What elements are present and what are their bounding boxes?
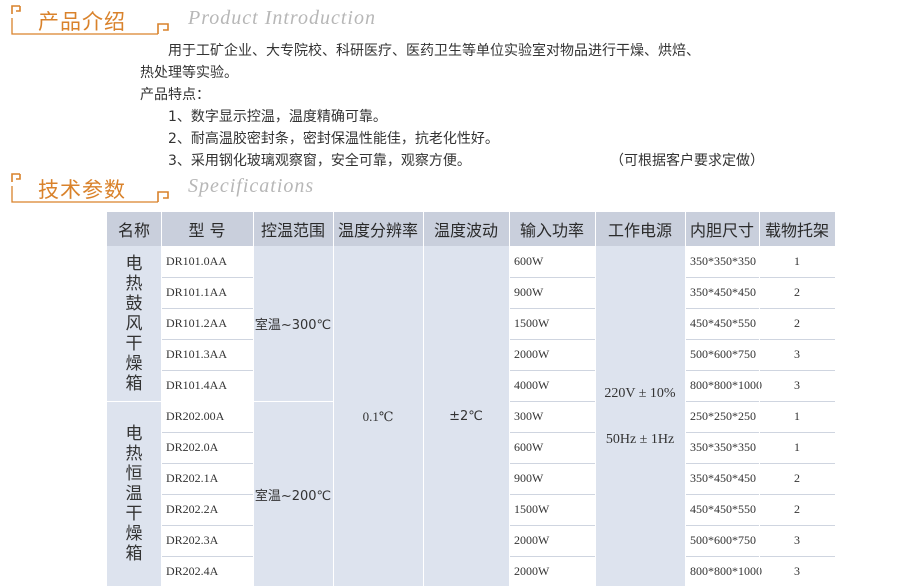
table-header-cell: 工作电源 bbox=[607, 221, 672, 240]
resolution-cell: 0.1℃ bbox=[362, 408, 394, 424]
size-cell: 250*250*250 bbox=[690, 409, 756, 423]
power-cell: 600W bbox=[514, 440, 544, 454]
column-divider bbox=[759, 212, 760, 586]
model-cell: DR202.3A bbox=[166, 533, 219, 547]
trays-cell: 2 bbox=[794, 316, 800, 330]
power-cell: 4000W bbox=[514, 378, 550, 392]
model-cell: DR101.2AA bbox=[166, 316, 228, 330]
group-name-cell: 电热恒温干燥箱 bbox=[125, 424, 143, 564]
power-cell: 2000W bbox=[514, 533, 550, 547]
group-name-cell: 电热鼓风干燥箱 bbox=[125, 253, 143, 394]
trays-cell: 3 bbox=[794, 533, 800, 547]
temp-range-cell: 室温~200℃ bbox=[254, 488, 332, 504]
trays-cell: 2 bbox=[794, 285, 800, 299]
intro-title-en: Product Introduction bbox=[188, 7, 376, 29]
size-cell: 350*350*350 bbox=[690, 254, 756, 268]
intro-line-1: 用于工矿企业、大专院校、科研医疗、医药卫生等单位实验室对物品进行干燥、烘焙、 bbox=[168, 43, 700, 59]
spec-title-en: Specifications bbox=[188, 175, 315, 197]
trays-cell: 3 bbox=[794, 564, 800, 578]
column-divider bbox=[253, 212, 254, 586]
spec-table: 名称 型 号 控温范围 温度分辨率 温度波动 输入功率 工作电源 内胆尺寸 载物托架 DR101.… bbox=[107, 212, 835, 587]
power-cell: 600W bbox=[514, 254, 544, 268]
model-cell: DR101.0AA bbox=[166, 254, 228, 268]
fluctuation-cell: ±2℃ bbox=[449, 409, 483, 424]
power-cell: 300W bbox=[514, 409, 544, 423]
power-cell: 1500W bbox=[514, 316, 550, 330]
table-header-cell: 型 号 bbox=[188, 221, 226, 240]
model-cell: DR202.4A bbox=[166, 564, 219, 578]
size-cell: 350*450*450 bbox=[690, 285, 756, 299]
trays-cell: 3 bbox=[794, 347, 800, 361]
intro-title-cn: 产品介绍 bbox=[38, 10, 126, 34]
model-cell: DR202.0A bbox=[166, 440, 219, 454]
column-divider bbox=[423, 212, 424, 586]
power-supply-voltage: 220V ± 10% bbox=[604, 385, 676, 401]
size-cell: 350*350*350 bbox=[690, 440, 756, 454]
column-divider bbox=[161, 212, 162, 586]
size-cell: 500*600*750 bbox=[690, 347, 756, 361]
custom-note: （可根据客户要求定做） bbox=[610, 153, 764, 169]
power-cell: 2000W bbox=[514, 564, 550, 578]
size-cell: 800*800*1000 bbox=[690, 378, 762, 392]
table-header-cell: 载物托架 bbox=[764, 221, 829, 240]
trays-cell: 1 bbox=[794, 440, 800, 454]
trays-cell: 3 bbox=[794, 378, 800, 392]
model-cell: DR101.4AA bbox=[166, 378, 228, 392]
size-cell: 350*450*450 bbox=[690, 471, 756, 485]
spec-title-cn: 技术参数 bbox=[38, 178, 126, 202]
trays-cell: 1 bbox=[794, 254, 800, 268]
table-header-cell: 输入功率 bbox=[519, 221, 584, 240]
feature-1: 1、数字显示控温，温度精确可靠。 bbox=[168, 109, 387, 125]
size-cell: 450*450*550 bbox=[690, 502, 756, 516]
column-divider bbox=[685, 212, 686, 586]
power-cell: 900W bbox=[514, 285, 544, 299]
feature-2: 2、耐高温胶密封条，密封保温性能佳，抗老化性好。 bbox=[168, 131, 499, 147]
power-supply-cell: 220V ± 10% 50Hz ± 1Hz bbox=[595, 246, 685, 587]
trays-cell: 2 bbox=[794, 502, 800, 516]
table-header-cell: 内胆尺寸 bbox=[689, 221, 754, 240]
model-cell: DR202.2A bbox=[166, 502, 219, 516]
size-cell: 500*600*750 bbox=[690, 533, 756, 547]
size-cell: 450*450*550 bbox=[690, 316, 756, 330]
column-divider bbox=[333, 212, 334, 586]
intro-line-2: 热处理等实验。 bbox=[140, 65, 238, 81]
power-cell: 1500W bbox=[514, 502, 550, 516]
trays-cell: 1 bbox=[794, 409, 800, 423]
model-cell: DR202.1A bbox=[166, 471, 219, 485]
model-cell: DR101.3AA bbox=[166, 347, 228, 361]
features-label: 产品特点： bbox=[140, 87, 210, 103]
power-cell: 2000W bbox=[514, 347, 550, 361]
trays-cell: 2 bbox=[794, 471, 800, 485]
model-cell: DR101.1AA bbox=[166, 285, 228, 299]
power-supply-frequency: 50Hz ± 1Hz bbox=[605, 431, 675, 447]
model-cell: DR202.00A bbox=[166, 409, 225, 423]
power-cell: 900W bbox=[514, 471, 544, 485]
column-divider bbox=[595, 212, 596, 586]
feature-3: 3、采用钢化玻璃观察窗，安全可靠，观察方便。 bbox=[168, 153, 471, 169]
table-header-cell: 温度波动 bbox=[433, 221, 498, 240]
temp-range-cell: 室温~300℃ bbox=[254, 318, 332, 333]
table-header-cell: 控温范围 bbox=[260, 221, 325, 240]
table-header-cell: 名称 bbox=[117, 221, 150, 240]
column-divider bbox=[509, 212, 510, 586]
size-cell: 800*800*1000 bbox=[690, 564, 762, 578]
table-header-cell: 温度分辨率 bbox=[337, 221, 418, 240]
